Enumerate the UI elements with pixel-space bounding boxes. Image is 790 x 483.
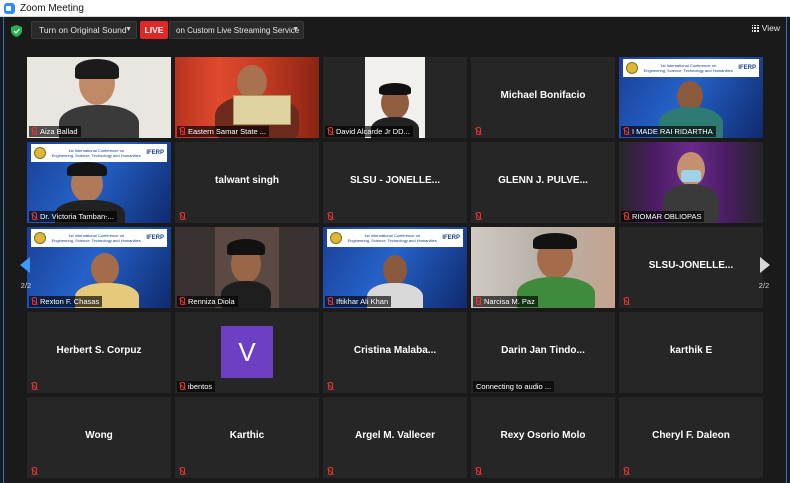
participant-name-label: Iftikhar Ali Khan: [325, 296, 392, 307]
previous-page-button[interactable]: 2/2: [10, 237, 42, 317]
muted-mic-icon: [622, 127, 630, 136]
page-indicator: 2/2: [20, 281, 32, 290]
grid-view-icon: [751, 24, 759, 32]
title-bar: Zoom Meeting: [0, 0, 790, 17]
participant-name-label: David Alcarde Jr DD...: [325, 126, 413, 137]
meeting-top-bar: Turn on Original Sound ▼ LIVE on Custom …: [4, 17, 788, 47]
muted-mic-icon: [474, 127, 482, 136]
participant-name-label: I MADE RAI RIDARTHA: [621, 126, 716, 137]
muted-mic-icon: [30, 382, 38, 391]
zoom-app-icon: [4, 2, 15, 14]
security-shield-icon[interactable]: [11, 25, 22, 37]
live-badge: LIVE: [140, 21, 168, 39]
participant-tile[interactable]: GLENN J. PULVE...: [471, 142, 615, 223]
participant-tile[interactable]: Rexy Osorio Molo: [471, 397, 615, 478]
muted-mic-icon: [30, 212, 38, 221]
participant-name-label: Aiza Ballad: [29, 126, 81, 137]
participant-name-label: Renniza Diola: [177, 296, 238, 307]
participant-name-label: ibentos: [177, 381, 216, 392]
view-button[interactable]: View: [751, 23, 780, 33]
participant-tile[interactable]: SLSU - JONELLE...: [323, 142, 467, 223]
participant-tile[interactable]: Cheryl F. Daleon: [619, 397, 763, 478]
next-page-button[interactable]: 2/2: [748, 237, 780, 317]
window-title: Zoom Meeting: [20, 2, 84, 14]
participant-tile[interactable]: karthik E: [619, 312, 763, 393]
participant-name-label: Narcisa M. Paz: [473, 296, 538, 307]
participant-tile[interactable]: Herbert S. Corpuz: [27, 312, 171, 393]
conference-banner: 1st International Conference on Engineeri…: [327, 229, 463, 247]
muted-mic-icon: [178, 467, 186, 476]
conference-banner: 1st International Conference on Engineeri…: [623, 59, 759, 77]
muted-mic-icon: [30, 127, 38, 136]
conference-banner: 1st International Conference on Engineeri…: [31, 229, 167, 247]
muted-mic-icon: [178, 382, 186, 391]
participant-tile[interactable]: Michael Bonifacio: [471, 57, 615, 138]
participant-name: SLSU-JONELLE...: [648, 260, 734, 271]
participant-tile[interactable]: 1st International Conference on Engineeri…: [619, 57, 763, 138]
muted-mic-icon: [326, 212, 334, 221]
participant-name: talwant singh: [215, 175, 279, 186]
muted-mic-icon: [622, 212, 630, 221]
participant-name: Wong: [85, 430, 113, 441]
live-streaming-dropdown[interactable]: on Custom Live Streaming Service ▼: [169, 21, 304, 39]
participant-tile[interactable]: Renniza Diola: [175, 227, 319, 308]
participant-tile[interactable]: Cristina Malaba...: [323, 312, 467, 393]
participant-name: Rexy Osorio Molo: [500, 430, 586, 441]
participant-name: Argel M. Vallecer: [354, 430, 436, 441]
participant-tile[interactable]: Aiza Ballad: [27, 57, 171, 138]
muted-mic-icon: [178, 127, 186, 136]
participant-name: Michael Bonifacio: [500, 90, 586, 101]
participant-tile[interactable]: RIOMAR OBLIOPAS: [619, 142, 763, 223]
participant-name: Cristina Malaba...: [353, 345, 437, 356]
participant-name-label: Dr. Victoria Tamban-...: [29, 211, 117, 222]
participant-tile[interactable]: talwant singh: [175, 142, 319, 223]
participant-tile[interactable]: Karthic: [175, 397, 319, 478]
muted-mic-icon: [178, 297, 186, 306]
muted-mic-icon: [326, 467, 334, 476]
participant-tile[interactable]: Eastern Samar State ...: [175, 57, 319, 138]
participant-tile[interactable]: Wong: [27, 397, 171, 478]
participant-tile[interactable]: David Alcarde Jr DD...: [323, 57, 467, 138]
participant-name: GLENN J. PULVE...: [498, 175, 588, 186]
participant-tile[interactable]: Argel M. Vallecer: [323, 397, 467, 478]
muted-mic-icon: [326, 382, 334, 391]
muted-mic-icon: [622, 297, 630, 306]
participant-tile[interactable]: V ibentos: [175, 312, 319, 393]
muted-mic-icon: [474, 212, 482, 221]
participant-name: Herbert S. Corpuz: [56, 345, 142, 356]
participant-tile[interactable]: 1st International Conference on Engineeri…: [27, 142, 171, 223]
participant-tile[interactable]: Narcisa M. Paz: [471, 227, 615, 308]
participant-name: karthik E: [669, 345, 713, 356]
chevron-down-icon[interactable]: ▼: [292, 26, 299, 33]
chevron-down-icon[interactable]: ▼: [125, 26, 132, 33]
participant-avatar: V: [221, 326, 273, 378]
connecting-status: Connecting to audio ...: [473, 381, 555, 392]
participant-name: Darin Jan Tindo...: [501, 345, 585, 356]
participant-tile[interactable]: 1st International Conference on Engineeri…: [27, 227, 171, 308]
original-sound-button[interactable]: Turn on Original Sound ▼: [31, 21, 137, 39]
muted-mic-icon: [326, 297, 334, 306]
meeting-window: Turn on Original Sound ▼ LIVE on Custom …: [3, 17, 787, 483]
conference-banner: 1st International Conference on Engineeri…: [31, 144, 167, 162]
participant-name: Cheryl F. Daleon: [652, 430, 730, 441]
muted-mic-icon: [30, 467, 38, 476]
view-label: View: [761, 23, 780, 33]
page-indicator: 2/2: [758, 281, 770, 290]
participant-name-label: Eastern Samar State ...: [177, 126, 269, 137]
participant-tile[interactable]: 1st International Conference on Engineeri…: [323, 227, 467, 308]
muted-mic-icon: [178, 212, 186, 221]
participant-tile[interactable]: Darin Jan Tindo... Connecting to audio .…: [471, 312, 615, 393]
original-sound-label: Turn on Original Sound: [39, 25, 127, 35]
chevron-left-icon: [20, 257, 30, 273]
muted-mic-icon: [326, 127, 334, 136]
participant-name: Karthic: [229, 430, 265, 441]
participant-tile[interactable]: SLSU-JONELLE...: [619, 227, 763, 308]
stream-label: on Custom Live Streaming Service: [176, 25, 300, 35]
muted-mic-icon: [622, 467, 630, 476]
muted-mic-icon: [474, 467, 482, 476]
participant-name: SLSU - JONELLE...: [349, 175, 440, 186]
participant-name-label: RIOMAR OBLIOPAS: [621, 211, 705, 222]
muted-mic-icon: [474, 297, 482, 306]
chevron-right-icon: [760, 257, 770, 273]
